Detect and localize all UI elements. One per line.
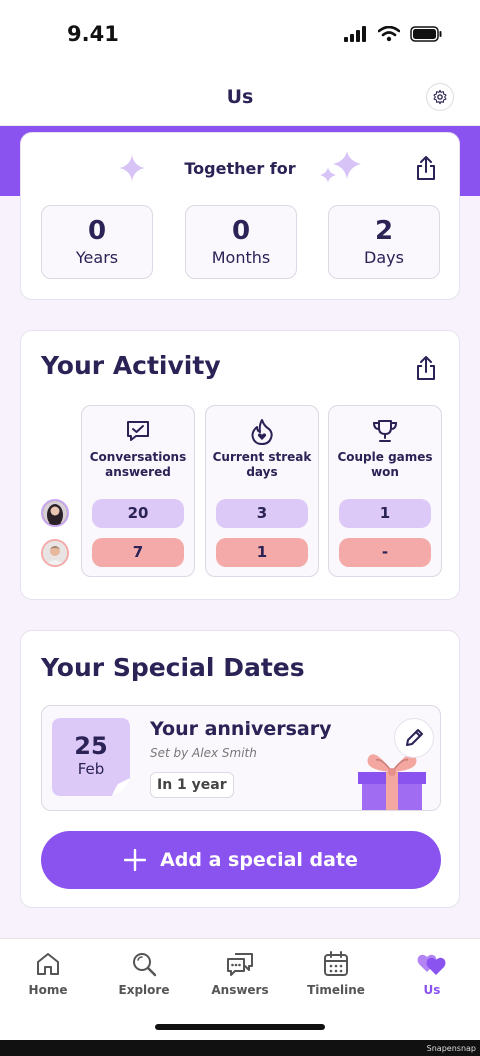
home-icon <box>37 953 59 975</box>
sparkles-icon <box>320 151 361 183</box>
stat-value: 0 <box>87 216 107 246</box>
tab-label: Explore <box>118 983 170 997</box>
share-icon <box>417 156 435 180</box>
stat-months: 0 Months <box>185 205 297 279</box>
tab-us[interactable]: Us <box>384 949 480 997</box>
edit-date-button[interactable] <box>394 718 434 758</box>
tab-home[interactable]: Home <box>0 949 96 997</box>
tab-label: Home <box>28 983 68 997</box>
flame-heart-icon <box>251 419 273 445</box>
main-content[interactable]: Together for 0 Years 0 Months 2 Days You… <box>0 126 480 938</box>
stat-value: 2 <box>374 216 394 246</box>
countdown-badge: In 1 year <box>150 772 234 798</box>
activity-label: Conversations answered <box>89 450 187 479</box>
top-header: Us <box>0 72 480 126</box>
chat-bubbles-icon <box>227 953 253 976</box>
tab-label: Answers <box>211 983 269 997</box>
stat-label: Days <box>364 248 404 267</box>
status-icons <box>344 26 442 42</box>
footer-strip <box>0 1040 480 1056</box>
settings-button[interactable] <box>426 83 454 111</box>
activity-title: Your Activity <box>41 351 221 380</box>
status-bar: 9.41 <box>0 0 480 72</box>
status-time: 9.41 <box>67 22 119 46</box>
activity-card: Your Activity Conversations answered 20 … <box>20 330 460 600</box>
avatar-user2 <box>41 539 69 567</box>
stat-label: Months <box>211 248 271 267</box>
add-special-date-button[interactable]: Add a special date <box>41 831 441 889</box>
date-badge: 25 Feb <box>52 718 130 796</box>
user2-value: - <box>339 538 431 567</box>
search-icon <box>133 953 157 977</box>
tab-answers[interactable]: Answers <box>192 949 288 997</box>
together-title: Together for <box>184 159 296 178</box>
user1-value: 3 <box>216 499 308 528</box>
signal-icon <box>344 26 366 42</box>
activity-conversations: Conversations answered 20 7 <box>81 405 195 577</box>
person-icon <box>43 541 67 565</box>
activity-label: Couple games won <box>337 450 433 479</box>
page-curl-icon <box>112 778 130 796</box>
person-icon <box>43 501 67 525</box>
trophy-icon <box>372 420 398 442</box>
together-card: Together for 0 Years 0 Months 2 Days <box>20 132 460 300</box>
anniversary-item[interactable]: 25 Feb Your anniversary Set by Alex Smit… <box>41 705 441 811</box>
date-month: Feb <box>77 760 105 778</box>
share-activity-button[interactable] <box>415 355 437 381</box>
activity-games: Couple games won 1 - <box>328 405 442 577</box>
wifi-icon <box>378 26 400 42</box>
home-indicator <box>155 1024 325 1030</box>
special-dates-card: Your Special Dates 25 Feb Your anniversa… <box>20 630 460 908</box>
date-day: 25 <box>74 732 108 760</box>
add-special-date-label: Add a special date <box>160 849 358 871</box>
anniversary-setby: Set by Alex Smith <box>150 746 257 760</box>
tab-label: Timeline <box>307 983 365 997</box>
user1-value: 1 <box>339 499 431 528</box>
plus-icon <box>124 849 147 871</box>
activity-label: Current streak days <box>212 450 312 479</box>
tab-timeline[interactable]: Timeline <box>288 949 384 997</box>
anniversary-title: Your anniversary <box>150 718 332 740</box>
chat-check-icon <box>127 421 149 441</box>
user2-value: 7 <box>92 538 184 567</box>
page-title: Us <box>226 86 254 108</box>
pencil-icon <box>406 729 423 746</box>
hearts-icon <box>417 954 446 975</box>
calendar-icon <box>324 951 348 976</box>
tab-explore[interactable]: Explore <box>96 949 192 997</box>
avatar-user1 <box>41 499 69 527</box>
activity-streak: Current streak days 3 1 <box>205 405 319 577</box>
stat-label: Years <box>75 248 119 267</box>
stat-years: 0 Years <box>41 205 153 279</box>
user2-value: 1 <box>216 538 308 567</box>
tab-label: Us <box>423 983 441 997</box>
special-dates-title: Your Special Dates <box>41 653 305 682</box>
share-together-button[interactable] <box>415 155 437 181</box>
share-icon <box>417 356 435 380</box>
stat-value: 0 <box>231 216 251 246</box>
stat-days: 2 Days <box>328 205 440 279</box>
gear-icon <box>433 89 447 105</box>
user1-value: 20 <box>92 499 184 528</box>
watermark: Snapensnap <box>426 1044 476 1053</box>
battery-icon <box>410 26 442 42</box>
